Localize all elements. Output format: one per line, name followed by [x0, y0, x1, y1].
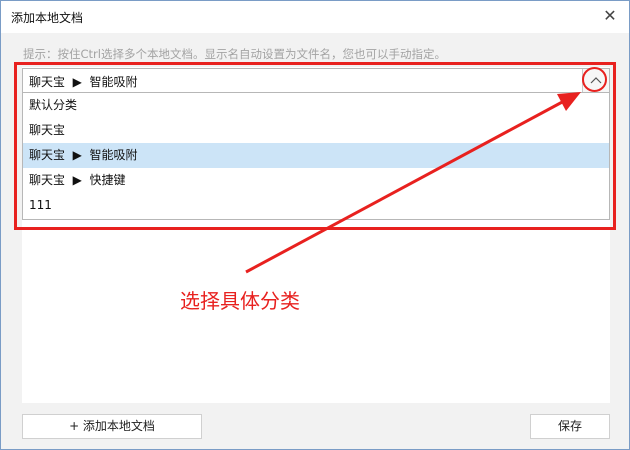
category-option-111[interactable]: 111 — [23, 193, 609, 218]
dropdown-toggle-button[interactable] — [582, 69, 609, 92]
category-select[interactable]: 聊天宝 ▶ 智能吸附 — [22, 68, 610, 93]
hint-text: 提示：按住Ctrl选择多个本地文档。显示名自动设置为文件名，您也可以手动指定。 — [23, 47, 446, 61]
category-option-liaotianbao[interactable]: 聊天宝 — [23, 118, 609, 143]
category-option-smart-snap[interactable]: 聊天宝 ▶ 智能吸附 — [23, 143, 609, 168]
close-icon[interactable]: ✕ — [599, 5, 621, 27]
add-local-document-dialog: 添加本地文档 ✕ 提示：按住Ctrl选择多个本地文档。显示名自动设置为文件名，您… — [0, 0, 630, 450]
chevron-up-icon — [590, 77, 602, 84]
annotation-label: 选择具体分类 — [180, 289, 300, 313]
category-select-value: 聊天宝 ▶ 智能吸附 — [29, 75, 138, 89]
category-option-shortcuts[interactable]: 聊天宝 ▶ 快捷键 — [23, 168, 609, 193]
category-dropdown-list: 默认分类 聊天宝 聊天宝 ▶ 智能吸附 聊天宝 ▶ 快捷键 111 — [22, 93, 610, 220]
save-button[interactable]: 保存 — [530, 414, 610, 439]
title-bar: 添加本地文档 ✕ — [1, 1, 629, 33]
dialog-title: 添加本地文档 — [11, 11, 84, 25]
category-option-default[interactable]: 默认分类 — [23, 93, 609, 118]
add-local-document-button[interactable]: + 添加本地文档 — [22, 414, 202, 439]
